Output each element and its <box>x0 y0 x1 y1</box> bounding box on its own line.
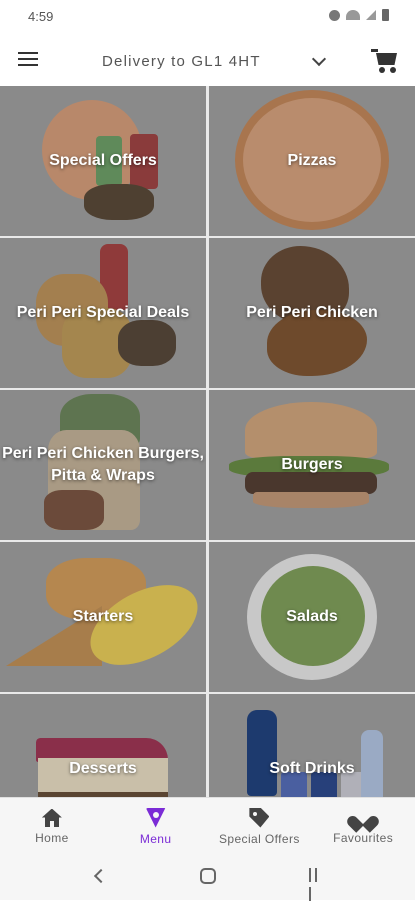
category-tile-peri-peri-special-deals[interactable]: Peri Peri Special Deals <box>0 238 206 388</box>
category-tile-peri-peri-chicken-burgers-pitta-wraps[interactable]: Peri Peri Chicken Burgers, Pitta & Wraps <box>0 390 206 540</box>
category-tile-soft-drinks[interactable]: Soft Drinks <box>209 694 415 797</box>
category-tile-starters[interactable]: Starters <box>0 542 206 692</box>
category-label: Salads <box>286 608 338 625</box>
menu-pizza-icon <box>145 807 166 828</box>
category-tile-desserts[interactable]: Desserts <box>0 694 206 797</box>
category-tile-special-offers[interactable]: Special Offers <box>0 86 206 236</box>
system-icons <box>329 9 389 21</box>
category-label: Peri Peri Chicken <box>246 304 378 321</box>
category-label: Peri Peri Chicken Burgers, Pitta & Wraps <box>2 445 204 484</box>
wings-image <box>84 184 154 220</box>
wifi-icon <box>346 10 360 20</box>
battery-icon <box>382 9 389 21</box>
hand-image <box>44 490 104 530</box>
status-time: 4:59 <box>28 9 54 24</box>
category-label: Special Offers <box>49 152 157 169</box>
nav-label: Menu <box>139 831 172 846</box>
category-tile-burgers[interactable]: Burgers <box>209 390 415 540</box>
nav-favourites[interactable]: Favourites <box>311 798 415 855</box>
delivery-label: Delivery to GL1 4HT <box>102 52 261 70</box>
bun-image <box>253 492 369 508</box>
cart-icon[interactable] <box>371 48 399 74</box>
bun-image <box>245 402 377 458</box>
category-tile-pizzas[interactable]: Pizzas <box>209 86 415 236</box>
category-label: Soft Drinks <box>269 760 355 777</box>
nav-home[interactable]: Home <box>0 798 104 855</box>
category-label: Peri Peri Special Deals <box>16 304 190 321</box>
category-tile-peri-peri-chicken[interactable]: Peri Peri Chicken <box>209 238 415 388</box>
nav-label: Special Offers <box>219 831 300 846</box>
nav-label: Home <box>35 830 69 845</box>
app-bar: Delivery to GL1 4HT <box>0 32 415 86</box>
wings-image <box>118 320 176 366</box>
bottle-image <box>247 710 277 796</box>
category-tile-salads[interactable]: Salads <box>209 542 415 692</box>
category-label: Pizzas <box>287 152 337 169</box>
crust-image <box>38 792 168 797</box>
category-label: Burgers <box>281 456 343 473</box>
status-bar: 4:59 <box>0 0 415 32</box>
nav-special-offers[interactable]: Special Offers <box>208 798 312 855</box>
delivery-location-selector[interactable]: Delivery to GL1 4HT <box>102 49 328 73</box>
category-grid: Special Offers Pizzas Peri Peri Special … <box>0 86 415 797</box>
category-label: Desserts <box>69 760 137 777</box>
signal-icon <box>366 10 376 20</box>
home-icon <box>41 808 62 827</box>
system-navigation-bar <box>0 855 415 901</box>
back-icon[interactable] <box>93 868 109 884</box>
home-button-icon[interactable] <box>200 868 216 884</box>
bottom-navigation: Home Menu Special Offers Favourites <box>0 797 415 855</box>
heart-icon <box>353 809 373 827</box>
nav-menu[interactable]: Menu <box>104 798 208 855</box>
hamburger-menu-icon[interactable] <box>18 52 38 67</box>
chevron-down-icon <box>311 51 327 66</box>
tag-icon <box>249 807 270 828</box>
category-label: Starters <box>72 608 134 625</box>
recent-apps-icon[interactable] <box>309 868 325 901</box>
alarm-icon <box>329 9 340 21</box>
nav-label: Favourites <box>333 830 394 845</box>
